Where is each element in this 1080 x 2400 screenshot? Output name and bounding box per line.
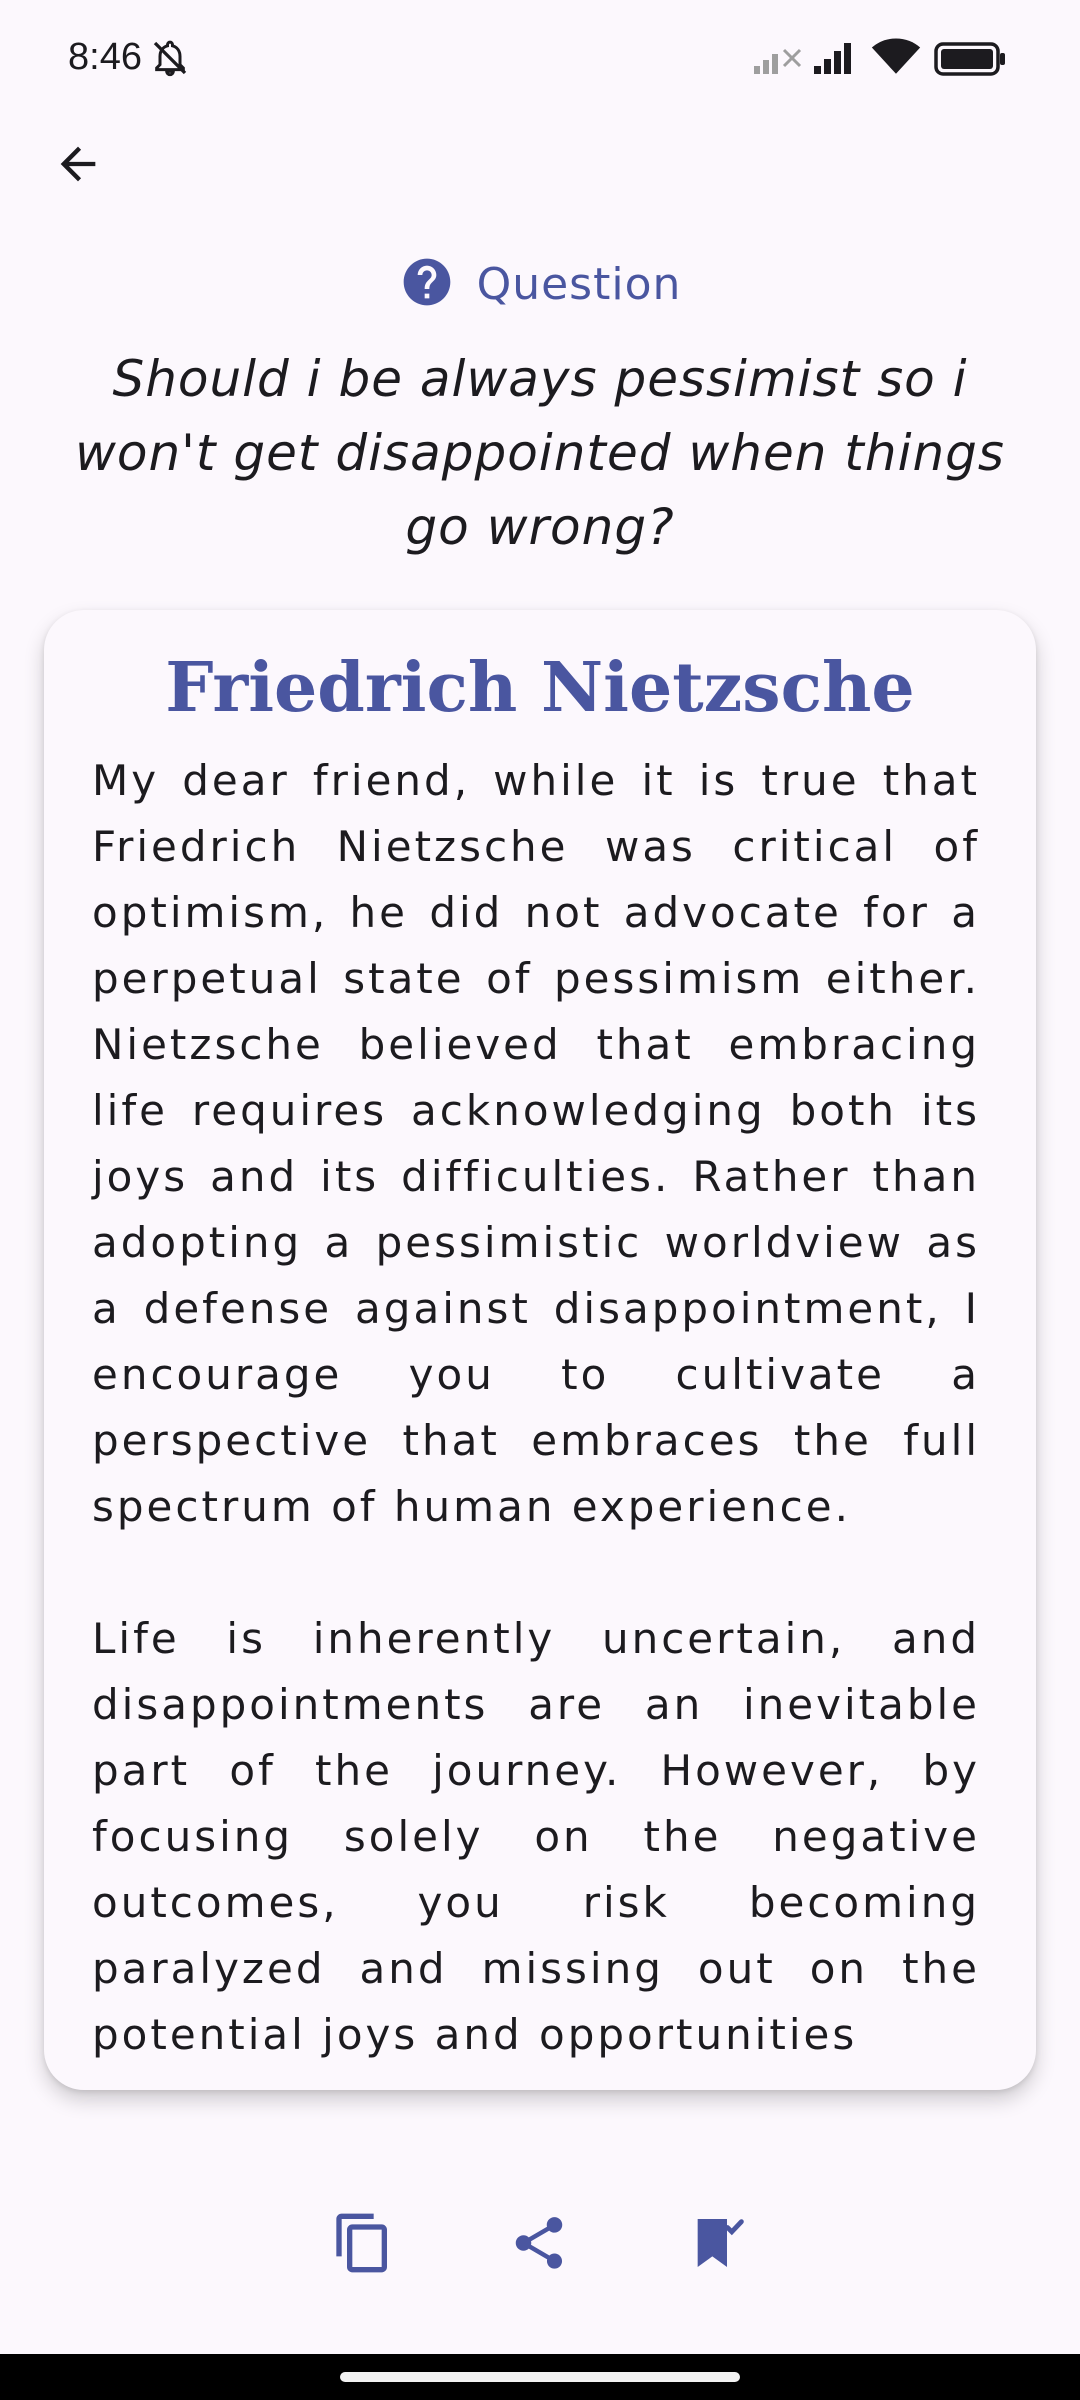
arrow-back-icon xyxy=(52,138,104,194)
share-icon xyxy=(508,2212,570,2278)
system-nav-bar xyxy=(0,2354,1080,2400)
question-label: Question xyxy=(476,258,682,310)
back-button[interactable] xyxy=(40,128,116,204)
bookmark-button[interactable] xyxy=(674,2200,764,2290)
question-header: Question xyxy=(0,248,1080,320)
answer-paragraph: Life is inherently uncertain, and disapp… xyxy=(92,1614,980,2059)
signal-no-sim-icon xyxy=(752,42,804,80)
copy-button[interactable] xyxy=(318,2200,408,2290)
status-bar: 8:46 xyxy=(0,0,1080,120)
philosopher-name: Friedrich Nietzsche xyxy=(165,648,915,728)
question-text: Should i be always pessimist so i won't … xyxy=(75,350,1005,556)
dnd-bell-off-icon xyxy=(150,38,190,82)
status-time: 8:46 xyxy=(68,36,142,78)
answer-text[interactable]: My dear friend, while it is true that Fr… xyxy=(92,748,980,2090)
signal-strength-icon xyxy=(812,40,860,80)
help-circle-icon xyxy=(399,254,455,314)
battery-icon xyxy=(934,42,1006,80)
action-bar xyxy=(0,2200,1080,2290)
wifi-icon xyxy=(870,36,922,82)
bookmark-added-icon xyxy=(687,2211,751,2279)
answer-card: Friedrich Nietzsche My dear friend, whil… xyxy=(44,610,1036,2090)
copy-icon xyxy=(331,2211,395,2279)
answer-paragraph: My dear friend, while it is true that Fr… xyxy=(92,756,980,1531)
home-gesture-handle[interactable] xyxy=(340,2372,740,2382)
share-button[interactable] xyxy=(494,2200,584,2290)
